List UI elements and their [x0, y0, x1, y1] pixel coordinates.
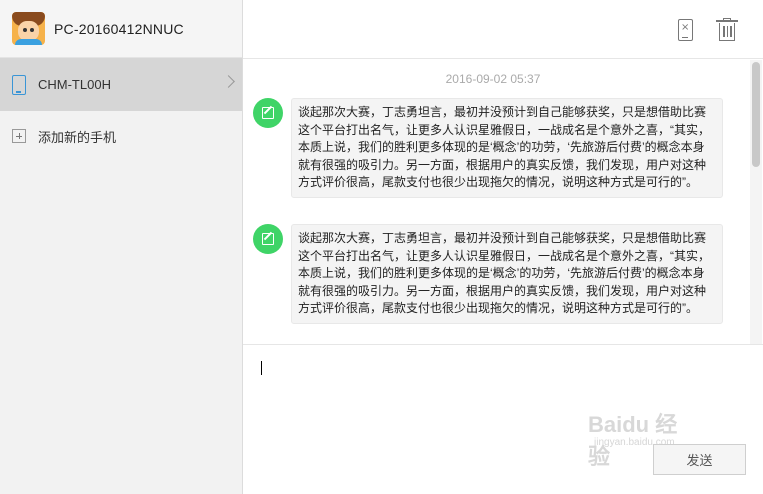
- pc-name: PC-20160412NNUC: [54, 20, 184, 37]
- avatar: [12, 12, 45, 45]
- add-phone-label: 添加新的手机: [38, 129, 117, 145]
- phone-disconnect-icon[interactable]: [678, 19, 693, 41]
- text-caret: [261, 361, 262, 375]
- device-label: CHM-TL00H: [38, 77, 111, 92]
- send-button[interactable]: 发送: [653, 444, 746, 475]
- sidebar: PC-20160412NNUC CHM-TL00H 添加新的手机: [0, 0, 243, 494]
- message-bubble[interactable]: 谈起那次大赛，丁志勇坦言，最初并没预计到自己能够获奖，只是想借助比赛这个平台打出…: [291, 98, 723, 198]
- scrollbar[interactable]: [750, 60, 762, 344]
- scroll-thumb[interactable]: [752, 62, 760, 167]
- edit-icon: [253, 224, 283, 254]
- add-phone-button[interactable]: 添加新的手机: [0, 111, 242, 161]
- chat-toolbar: [243, 0, 763, 59]
- message-bubble[interactable]: 谈起那次大赛，丁志勇坦言，最初并没预计到自己能够获奖，只是想借助比赛这个平台打出…: [291, 224, 723, 324]
- message-list[interactable]: 2016-09-02 05:37 谈起那次大赛，丁志勇坦言，最初并没预计到自己能…: [243, 60, 763, 344]
- plus-icon: [12, 129, 26, 143]
- sidebar-item-device[interactable]: CHM-TL00H: [0, 58, 242, 111]
- phone-icon: [12, 74, 26, 95]
- message-timestamp: 2016-09-02 05:37: [445, 72, 541, 86]
- pc-header[interactable]: PC-20160412NNUC: [0, 0, 242, 58]
- edit-icon: [253, 98, 283, 128]
- trash-icon[interactable]: [716, 18, 738, 42]
- message-input[interactable]: Baidu 经验 jingyan.baidu.com 发送: [243, 344, 763, 494]
- chat-panel: 2016-09-02 05:37 谈起那次大赛，丁志勇坦言，最初并没预计到自己能…: [243, 0, 763, 494]
- chevron-right-icon: [222, 75, 235, 88]
